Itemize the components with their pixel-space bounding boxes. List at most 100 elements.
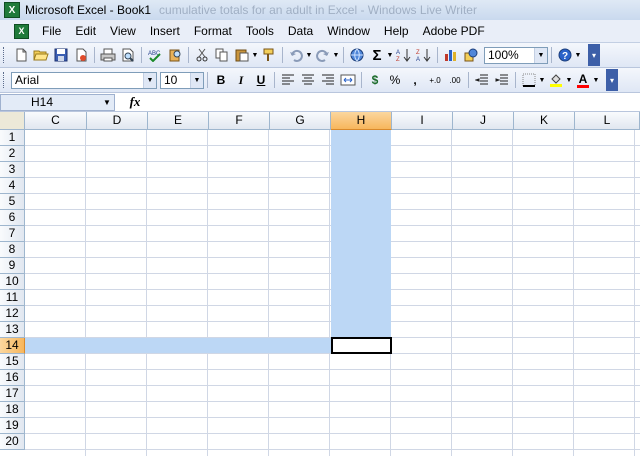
merge-center-icon[interactable]	[339, 71, 357, 89]
column-header-e[interactable]: E	[148, 112, 209, 130]
row-header-2[interactable]: 2	[0, 146, 25, 162]
undo-dropdown-arrow[interactable]: ▼	[305, 52, 313, 59]
row-header-1[interactable]: 1	[0, 130, 25, 146]
name-box-dropdown-arrow[interactable]: ▼	[100, 98, 114, 107]
align-center-icon[interactable]	[299, 71, 317, 89]
active-cell-h14[interactable]	[331, 337, 392, 354]
paste-dropdown-arrow[interactable]: ▼	[251, 52, 259, 59]
sort-ascending-icon[interactable]: AZ	[395, 46, 413, 64]
fill-color-icon[interactable]	[547, 71, 565, 89]
row-header-16[interactable]: 16	[0, 370, 25, 386]
insert-function-icon[interactable]: fx	[115, 94, 155, 110]
font-size-combo[interactable]: 10 ▼	[160, 71, 204, 89]
row-header-4[interactable]: 4	[0, 178, 25, 194]
font-color-button[interactable]: A	[574, 71, 592, 89]
row-header-18[interactable]: 18	[0, 402, 25, 418]
bold-button[interactable]: B	[212, 71, 230, 89]
row-header-7[interactable]: 7	[0, 226, 25, 242]
column-header-k[interactable]: K	[514, 112, 575, 130]
column-header-j[interactable]: J	[453, 112, 514, 130]
menu-help[interactable]: Help	[377, 20, 416, 42]
toolbar-grip[interactable]	[3, 47, 7, 63]
align-left-icon[interactable]	[279, 71, 297, 89]
menu-tools[interactable]: Tools	[239, 20, 281, 42]
redo-icon[interactable]	[314, 46, 332, 64]
column-header-l[interactable]: L	[575, 112, 640, 130]
row-header-12[interactable]: 12	[0, 306, 25, 322]
open-icon[interactable]	[32, 46, 50, 64]
row-header-19[interactable]: 19	[0, 418, 25, 434]
column-header-c[interactable]: C	[25, 112, 87, 130]
research-icon[interactable]	[166, 46, 184, 64]
menu-insert[interactable]: Insert	[143, 20, 187, 42]
row-header-15[interactable]: 15	[0, 354, 25, 370]
menu-adobe-pdf[interactable]: Adobe PDF	[416, 20, 492, 42]
menu-view[interactable]: View	[103, 20, 143, 42]
percent-button[interactable]: %	[386, 71, 404, 89]
help-dropdown-arrow[interactable]: ▼	[574, 52, 582, 59]
chart-wizard-icon[interactable]	[442, 46, 460, 64]
menu-edit[interactable]: Edit	[68, 20, 103, 42]
align-right-icon[interactable]	[319, 71, 337, 89]
font-color-dropdown-arrow[interactable]: ▼	[592, 77, 600, 84]
row-header-5[interactable]: 5	[0, 194, 25, 210]
select-all-corner[interactable]	[0, 112, 25, 130]
row-header-9[interactable]: 9	[0, 258, 25, 274]
column-header-h[interactable]: H	[331, 112, 392, 130]
cut-icon[interactable]	[193, 46, 211, 64]
menu-window[interactable]: Window	[320, 20, 377, 42]
row-header-14[interactable]: 14	[0, 338, 25, 354]
menu-data[interactable]: Data	[281, 20, 320, 42]
column-header-g[interactable]: G	[270, 112, 331, 130]
increase-decimal-button[interactable]: +.0	[426, 71, 444, 89]
borders-icon[interactable]	[520, 71, 538, 89]
autosum-icon[interactable]: Σ	[368, 46, 386, 64]
toolbar-grip[interactable]	[3, 72, 7, 88]
row-header-8[interactable]: 8	[0, 242, 25, 258]
autosum-dropdown-arrow[interactable]: ▼	[386, 52, 394, 59]
spelling-icon[interactable]: ABC	[146, 46, 164, 64]
row-header-3[interactable]: 3	[0, 162, 25, 178]
row-header-20[interactable]: 20	[0, 434, 25, 450]
row-header-17[interactable]: 17	[0, 386, 25, 402]
permission-icon[interactable]	[72, 46, 90, 64]
menu-format[interactable]: Format	[187, 20, 239, 42]
zoom-dropdown-arrow[interactable]: ▼	[534, 47, 547, 63]
zoom-combo[interactable]: 100% ▼	[484, 46, 548, 64]
formula-input[interactable]	[155, 94, 640, 111]
decrease-decimal-button[interactable]: .00	[446, 71, 464, 89]
column-header-d[interactable]: D	[87, 112, 148, 130]
print-icon[interactable]	[99, 46, 117, 64]
excel-app-icon[interactable]: X	[4, 2, 20, 18]
paste-icon[interactable]	[233, 46, 251, 64]
toolbar-options-icon[interactable]: ▾	[606, 69, 618, 91]
fill-color-dropdown-arrow[interactable]: ▼	[565, 77, 573, 84]
sort-descending-icon[interactable]: ZA	[415, 46, 433, 64]
print-preview-icon[interactable]	[119, 46, 137, 64]
italic-button[interactable]: I	[232, 71, 250, 89]
hyperlink-icon[interactable]	[348, 46, 366, 64]
column-header-f[interactable]: F	[209, 112, 270, 130]
borders-dropdown-arrow[interactable]: ▼	[538, 77, 546, 84]
name-box-value[interactable]: H14	[1, 95, 100, 109]
underline-button[interactable]: U	[252, 71, 270, 89]
row-header-13[interactable]: 13	[0, 322, 25, 338]
help-icon[interactable]: ?	[556, 46, 574, 64]
workbook-icon[interactable]: X	[14, 23, 29, 39]
font-name-dropdown-arrow[interactable]: ▼	[143, 72, 156, 88]
drawing-icon[interactable]	[462, 46, 480, 64]
currency-button[interactable]: $	[366, 71, 384, 89]
row-header-11[interactable]: 11	[0, 290, 25, 306]
save-icon[interactable]	[52, 46, 70, 64]
format-painter-icon[interactable]	[260, 46, 278, 64]
toolbar-options-icon[interactable]: ▾	[588, 44, 600, 66]
undo-icon[interactable]	[287, 46, 305, 64]
menu-file[interactable]: File	[35, 20, 68, 42]
increase-indent-icon[interactable]	[493, 71, 511, 89]
column-header-i[interactable]: I	[392, 112, 453, 130]
row-header-6[interactable]: 6	[0, 210, 25, 226]
new-icon[interactable]	[12, 46, 30, 64]
font-size-dropdown-arrow[interactable]: ▼	[190, 72, 203, 88]
comma-button[interactable]: ,	[406, 71, 424, 89]
name-box[interactable]: H14 ▼	[0, 93, 115, 111]
